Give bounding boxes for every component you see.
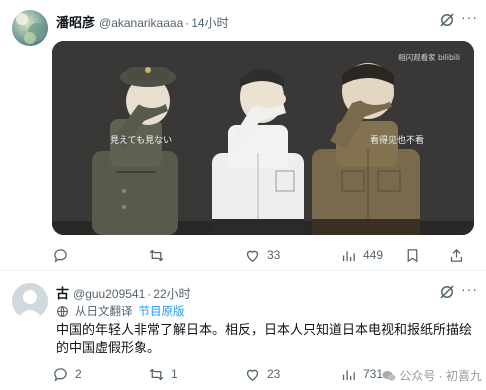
reply-icon: [54, 248, 67, 263]
views-button[interactable]: 449: [340, 247, 383, 264]
user-handle[interactable]: @guu209541: [73, 287, 145, 301]
reply-count: 2: [75, 367, 82, 381]
separator-dot: ·: [147, 287, 152, 301]
tweet-1[interactable]: 潘昭彦 @akanarikaaaa · 14小时 ··· 相闪观看家 bilib…: [0, 0, 486, 268]
like-count: 23: [267, 367, 281, 381]
like-count: 33: [267, 248, 281, 262]
views-icon: [342, 250, 355, 261]
translated-from-label: 从日文翻译: [75, 306, 133, 318]
retweet-icon: [149, 368, 164, 380]
views-button[interactable]: 731: [340, 366, 383, 383]
tweet-2-body: 中国的年轻人非常了解日本。相反，日本人只知道日本电视和报纸所描绘的中国虚假形象。: [56, 322, 473, 355]
avatar-tweet-2[interactable]: [12, 283, 48, 319]
timestamp[interactable]: 22小时: [153, 285, 190, 302]
tweet-1-header: 潘昭彦 @akanarikaaaa · 14小时: [56, 12, 229, 31]
views-count: 731: [363, 367, 384, 381]
user-handle[interactable]: @akanarikaaaa: [99, 16, 183, 30]
grok-icon[interactable]: [438, 11, 456, 29]
caption-chinese: 看得见也不看: [370, 136, 425, 146]
retweet-button[interactable]: 1: [148, 366, 178, 383]
bookmark-button[interactable]: [404, 247, 421, 264]
more-icon[interactable]: ···: [461, 9, 478, 25]
views-icon: [342, 369, 355, 380]
caption-japanese: 見えても見ない: [110, 136, 173, 146]
more-icon[interactable]: ···: [461, 281, 478, 297]
reply-button[interactable]: 2: [52, 366, 82, 383]
translation-row: 从日文翻译 节目原版: [56, 303, 185, 319]
like-button[interactable]: 33: [244, 247, 280, 264]
share-button[interactable]: [448, 247, 465, 264]
video-watermark: 相闪观看家 bilibili: [398, 53, 460, 62]
tweet-1-actions: 33 449: [52, 245, 476, 265]
retweet-button[interactable]: [148, 247, 171, 264]
translate-icon: [57, 305, 68, 317]
video-media[interactable]: 相闪观看家 bilibili 見えても見ない 看得见也不看: [52, 41, 474, 235]
reply-button[interactable]: [52, 247, 75, 264]
views-count: 449: [363, 248, 384, 262]
like-button[interactable]: 23: [244, 366, 280, 383]
like-icon: [246, 369, 259, 381]
account-watermark: 公众号 · 初喜九: [382, 367, 482, 384]
reply-icon: [54, 367, 67, 382]
avatar-tweet-1[interactable]: [12, 10, 48, 46]
share-icon: [450, 248, 463, 262]
tweet-2-header: 古 @guu209541 · 22小时: [56, 283, 191, 302]
timestamp[interactable]: 14小时: [191, 14, 228, 31]
retweet-count: 1: [171, 367, 178, 381]
like-icon: [246, 250, 259, 262]
bookmark-icon: [407, 248, 418, 262]
show-original-link[interactable]: 节目原版: [139, 303, 185, 319]
grok-icon[interactable]: [438, 283, 456, 301]
separator-dot: ·: [185, 16, 190, 30]
display-name[interactable]: 古: [56, 283, 69, 302]
tweet-2[interactable]: 古 @guu209541 · 22小时 ··· 从日文翻译 节目原版 中国的年轻…: [0, 271, 486, 390]
display-name[interactable]: 潘昭彦: [56, 12, 95, 31]
retweet-icon: [149, 249, 164, 261]
wechat-icon: [382, 370, 396, 381]
